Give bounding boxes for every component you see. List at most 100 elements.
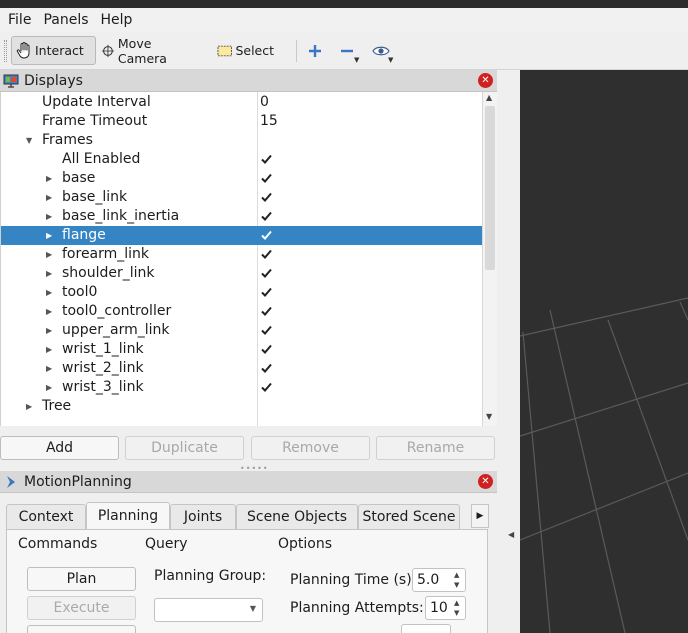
add-tool-button[interactable] <box>304 36 326 65</box>
chevron-right-icon[interactable]: ▶ <box>46 378 52 397</box>
chevron-down-icon[interactable]: ▼ <box>26 131 32 150</box>
tab-joints[interactable]: Joints <box>170 504 236 529</box>
tree-row-label: tool0 <box>62 284 98 300</box>
planning-attempts-value: 10 <box>430 600 448 616</box>
duplicate-button[interactable]: Duplicate <box>125 436 244 460</box>
chevron-right-icon[interactable]: ▶ <box>46 302 52 321</box>
chevron-right-icon[interactable]: ▶ <box>46 283 52 302</box>
interact-tool-button[interactable]: Interact <box>11 36 96 65</box>
next-option-spinbox[interactable] <box>401 624 451 633</box>
planning-group-label: Planning Group: <box>154 568 267 584</box>
tree-row-all-enabled[interactable]: All Enabled <box>1 150 482 169</box>
add-button[interactable]: Add <box>0 436 119 460</box>
tree-row-upper-arm-link[interactable]: ▶ upper_arm_link <box>1 321 482 340</box>
planning-attempts-spinbox[interactable]: 10 ▲ ▼ <box>425 596 466 620</box>
minus-icon <box>341 49 353 52</box>
chevron-right-icon[interactable]: ▶ <box>46 188 52 207</box>
tree-row-wrist-3-link[interactable]: ▶ wrist_3_link <box>1 378 482 397</box>
view-tool-dropdown-icon[interactable]: ▼ <box>388 56 393 64</box>
chevron-right-icon[interactable]: ▶ <box>46 321 52 340</box>
tree-row-wrist-2-link[interactable]: ▶ wrist_2_link <box>1 359 482 378</box>
tree-row-label: Frames <box>42 132 93 148</box>
planning-time-spinbox[interactable]: 5.0 ▲ ▼ <box>412 568 466 592</box>
tab-planning[interactable]: Planning <box>86 502 170 529</box>
menu-bar: File Panels Help <box>0 8 688 32</box>
select-tool-button[interactable]: Select <box>213 36 278 65</box>
tree-row-tool0-controller[interactable]: ▶ tool0_controller <box>1 302 482 321</box>
tree-row-wrist-1-link[interactable]: ▶ wrist_1_link <box>1 340 482 359</box>
execute-button[interactable]: Execute <box>27 596 136 620</box>
tree-row-update-interval[interactable]: Update Interval 0 <box>1 93 482 112</box>
collapse-left-icon[interactable]: ◀ <box>508 530 514 539</box>
move-camera-label: Move Camera <box>117 35 167 66</box>
close-icon[interactable]: ✕ <box>478 474 493 489</box>
rename-button[interactable]: Rename <box>376 436 495 460</box>
checkbox-checked-icon[interactable] <box>260 305 273 318</box>
hand-icon <box>16 41 30 59</box>
scroll-up-icon[interactable]: ▲ <box>486 93 492 102</box>
checkbox-checked-icon[interactable] <box>260 381 273 394</box>
displays-scrollbar[interactable]: ▲ ▼ <box>482 92 497 426</box>
plan-execute-button[interactable] <box>27 625 136 633</box>
checkbox-checked-icon[interactable] <box>260 172 273 185</box>
close-icon[interactable]: ✕ <box>478 73 493 88</box>
scroll-down-icon[interactable]: ▼ <box>486 412 492 421</box>
render-viewport[interactable] <box>519 70 688 633</box>
planning-group-select[interactable]: ▼ <box>154 598 263 622</box>
spin-down-icon[interactable]: ▼ <box>454 581 463 590</box>
eye-icon <box>372 46 390 55</box>
move-camera-tool-button[interactable]: Move Camera <box>97 35 197 66</box>
checkbox-checked-icon[interactable] <box>260 153 273 166</box>
chevron-right-icon[interactable]: ▶ <box>46 264 52 283</box>
viewport-splitter[interactable] <box>497 70 520 633</box>
select-label: Select <box>235 43 274 58</box>
menu-panels[interactable]: Panels <box>39 12 92 28</box>
checkbox-checked-icon[interactable] <box>260 324 273 337</box>
menu-file[interactable]: File <box>4 12 35 28</box>
chevron-right-icon[interactable]: ▶ <box>46 359 52 378</box>
tree-row-forearm-link[interactable]: ▶ forearm_link <box>1 245 482 264</box>
spin-up-icon[interactable]: ▲ <box>454 571 463 580</box>
tab-context[interactable]: Context <box>6 504 86 529</box>
chevron-right-icon[interactable]: ▶ <box>46 207 52 226</box>
tree-row-label: base_link <box>62 189 128 205</box>
checkbox-checked-icon[interactable] <box>260 210 273 223</box>
tree-row-value[interactable]: 15 <box>260 112 278 131</box>
spin-down-icon[interactable]: ▼ <box>454 609 463 618</box>
tab-stored-scene[interactable]: Stored Scene <box>358 504 460 529</box>
motion-planning-title: MotionPlanning <box>24 473 132 490</box>
tree-row-base[interactable]: ▶ base <box>1 169 482 188</box>
checkbox-checked-icon[interactable] <box>260 229 273 242</box>
chevron-right-icon[interactable]: ▶ <box>46 245 52 264</box>
tree-row-frame-timeout[interactable]: Frame Timeout 15 <box>1 112 482 131</box>
tree-row-label: tool0_controller <box>62 303 172 319</box>
chevron-right-icon[interactable]: ▶ <box>26 397 32 416</box>
checkbox-checked-icon[interactable] <box>260 343 273 356</box>
tab-scroll-right-icon[interactable]: ▶ <box>471 504 489 528</box>
checkbox-checked-icon[interactable] <box>260 286 273 299</box>
menu-help[interactable]: Help <box>97 12 137 28</box>
checkbox-checked-icon[interactable] <box>260 362 273 375</box>
scrollbar-thumb[interactable] <box>485 106 495 270</box>
checkbox-checked-icon[interactable] <box>260 248 273 261</box>
chevron-right-icon[interactable]: ▶ <box>46 226 52 245</box>
remove-button[interactable]: Remove <box>251 436 370 460</box>
toolbar-grip[interactable] <box>4 40 7 62</box>
checkbox-checked-icon[interactable] <box>260 267 273 280</box>
checkbox-checked-icon[interactable] <box>260 191 273 204</box>
tree-row-base-link[interactable]: ▶ base_link <box>1 188 482 207</box>
toolbar-separator <box>296 40 297 62</box>
tab-scene-objects[interactable]: Scene Objects <box>236 504 358 529</box>
chevron-right-icon[interactable]: ▶ <box>46 169 52 188</box>
tree-row-frames[interactable]: ▼ Frames <box>1 131 482 150</box>
tree-row-shoulder-link[interactable]: ▶ shoulder_link <box>1 264 482 283</box>
spin-up-icon[interactable]: ▲ <box>454 599 463 608</box>
remove-tool-dropdown-icon[interactable]: ▼ <box>354 56 359 64</box>
chevron-right-icon[interactable]: ▶ <box>46 340 52 359</box>
plan-button[interactable]: Plan <box>27 567 136 591</box>
tree-row-tree[interactable]: ▶ Tree <box>1 397 482 416</box>
tree-row-value[interactable]: 0 <box>260 93 269 112</box>
tree-row-base-link-inertia[interactable]: ▶ base_link_inertia <box>1 207 482 226</box>
tree-row-tool0[interactable]: ▶ tool0 <box>1 283 482 302</box>
tree-row-flange[interactable]: ▶ flange <box>1 226 482 245</box>
